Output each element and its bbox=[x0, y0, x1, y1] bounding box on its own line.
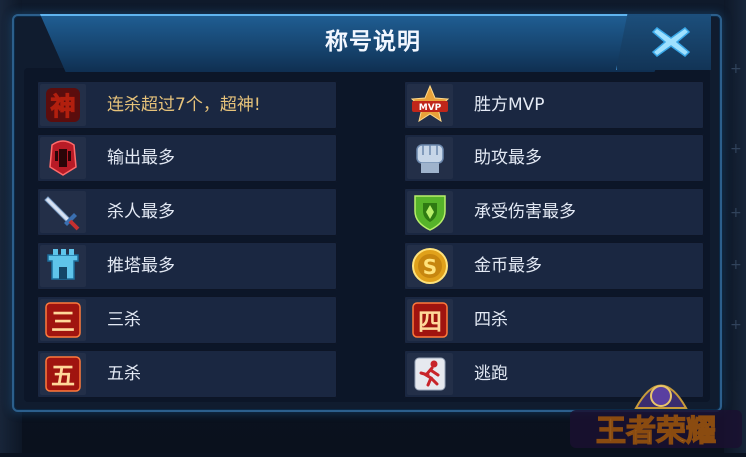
svg-text:五: 五 bbox=[51, 361, 75, 390]
title-label: 推塔最多 bbox=[107, 256, 175, 276]
title-label: 胜方MVP bbox=[474, 95, 545, 115]
plus-icon: + bbox=[730, 141, 742, 157]
shield-icon bbox=[414, 195, 446, 231]
runner-icon bbox=[414, 357, 446, 391]
close-button[interactable] bbox=[616, 14, 711, 70]
game-logo: 王者荣耀 bbox=[566, 368, 746, 453]
title-row-damage: 输出最多 bbox=[37, 134, 337, 182]
title-label: 三杀 bbox=[107, 310, 141, 330]
three-char-icon: 三 bbox=[45, 302, 81, 338]
svg-text:S: S bbox=[423, 255, 437, 279]
plus-icon: + bbox=[730, 205, 742, 221]
title-label: 输出最多 bbox=[107, 148, 175, 168]
god-char-icon: 神 bbox=[46, 88, 80, 122]
title-label: 四杀 bbox=[474, 310, 508, 330]
sword-icon bbox=[44, 196, 80, 231]
title-label: 金币最多 bbox=[474, 256, 542, 276]
svg-text:MVP: MVP bbox=[419, 103, 442, 113]
title-row-penta-kill: 五 五杀 bbox=[37, 350, 337, 398]
title-row-quadra-kill: 四 四杀 bbox=[404, 296, 704, 344]
title-label: 助攻最多 bbox=[474, 148, 542, 168]
game-logo-icon: 王者荣耀 bbox=[570, 384, 742, 450]
four-char-icon: 四 bbox=[412, 302, 448, 338]
plus-icon: + bbox=[730, 257, 742, 273]
tower-icon bbox=[47, 249, 79, 280]
gold-coin-icon: S bbox=[412, 248, 448, 284]
close-icon bbox=[651, 27, 691, 57]
title-row-damage-taken: 承受伤害最多 bbox=[404, 188, 704, 236]
title-row-god: 神 连杀超过7个，超神! bbox=[37, 81, 337, 129]
plus-icon: + bbox=[730, 317, 742, 333]
title-row-mvp: MVP 胜方MVP bbox=[404, 81, 704, 129]
title-label: 杀人最多 bbox=[107, 202, 175, 222]
svg-text:三: 三 bbox=[51, 307, 75, 336]
svg-text:神: 神 bbox=[50, 92, 75, 121]
title-row-towers: 推塔最多 bbox=[37, 242, 337, 290]
title-row-triple-kill: 三 三杀 bbox=[37, 296, 337, 344]
five-char-icon: 五 bbox=[45, 356, 81, 392]
mvp-star-icon: MVP bbox=[410, 84, 450, 123]
helmet-icon bbox=[49, 140, 77, 176]
title-row-assists: 助攻最多 bbox=[404, 134, 704, 182]
title-label: 承受伤害最多 bbox=[474, 202, 576, 222]
title-row-gold: S 金币最多 bbox=[404, 242, 704, 290]
title-label: 逃跑 bbox=[474, 364, 508, 384]
title-label: 连杀超过7个，超神! bbox=[107, 95, 261, 115]
title-label: 五杀 bbox=[107, 364, 141, 384]
title-row-kills: 杀人最多 bbox=[37, 188, 337, 236]
svg-text:王者荣耀: 王者荣耀 bbox=[596, 414, 716, 449]
svg-text:四: 四 bbox=[418, 307, 442, 336]
fist-icon bbox=[416, 144, 444, 173]
